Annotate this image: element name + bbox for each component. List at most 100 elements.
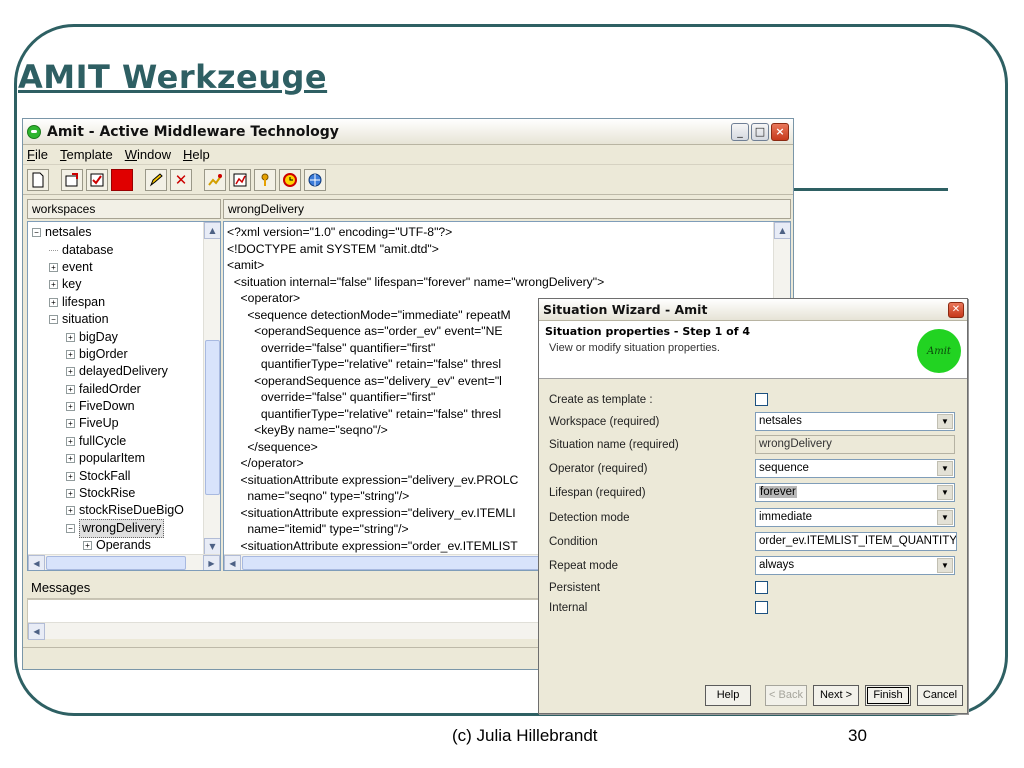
minimize-button[interactable]: _ xyxy=(731,122,749,141)
menubar: File Template Window Help xyxy=(23,145,793,165)
close-button[interactable]: × xyxy=(771,122,789,141)
expand-icon[interactable]: + xyxy=(66,436,75,446)
collapse-icon[interactable]: − xyxy=(49,315,58,325)
expand-icon[interactable]: + xyxy=(49,297,58,307)
operator-select[interactable]: sequence ▼ xyxy=(755,459,955,478)
cancel-button[interactable]: Cancel xyxy=(917,685,963,706)
key-icon[interactable] xyxy=(254,168,276,191)
lifespan-select[interactable]: forever ▼ xyxy=(755,483,955,502)
scroll-right-arrow-icon[interactable]: ▶ xyxy=(203,555,220,570)
amit-logo: Amit xyxy=(917,329,961,373)
report-icon[interactable] xyxy=(229,168,251,191)
tree-node-label: popularItem xyxy=(79,451,146,466)
expand-icon[interactable]: + xyxy=(66,349,75,359)
next-button[interactable]: Next > xyxy=(813,685,859,706)
finish-button[interactable]: Finish xyxy=(865,685,911,706)
edit-icon[interactable] xyxy=(145,168,167,191)
scroll-up-arrow-icon[interactable]: ▲ xyxy=(774,222,790,239)
repeat-mode-select[interactable]: always ▼ xyxy=(755,556,955,575)
situation-wizard-dialog: Situation Wizard - Amit ✕ Situation prop… xyxy=(538,298,968,714)
tree-node[interactable]: + StockRise xyxy=(32,485,204,502)
tree-node[interactable]: + key xyxy=(32,276,204,293)
collapse-icon[interactable]: − xyxy=(66,523,75,533)
wizard-titlebar[interactable]: Situation Wizard - Amit ✕ xyxy=(539,299,967,321)
tree-vertical-scrollbar[interactable]: ▲ ▼ xyxy=(203,222,220,555)
chevron-down-icon[interactable]: ▼ xyxy=(937,485,953,500)
validate-icon[interactable] xyxy=(86,168,108,191)
tree-node-label: bigOrder xyxy=(79,346,128,361)
menu-template[interactable]: Template xyxy=(60,147,113,162)
maximize-button[interactable]: □ xyxy=(751,122,769,141)
tree-node[interactable]: − wrongDelivery xyxy=(32,518,204,538)
workspace-tree[interactable]: − netsales database + event + key + lifespan − sit… xyxy=(27,221,221,571)
tree-node[interactable]: + failedOrder xyxy=(32,381,204,398)
tree-node[interactable]: + event xyxy=(32,259,204,276)
expand-icon[interactable]: + xyxy=(66,506,75,516)
back-button[interactable]: < Back xyxy=(765,685,807,706)
expand-icon[interactable]: + xyxy=(66,332,75,342)
help-button[interactable]: Help xyxy=(705,685,751,706)
detection-mode-select[interactable]: immediate ▼ xyxy=(755,508,955,527)
chart-icon[interactable] xyxy=(204,168,226,191)
chevron-down-icon[interactable]: ▼ xyxy=(937,414,953,429)
scroll-left-arrow-icon[interactable]: ◀ xyxy=(28,555,45,570)
expand-icon[interactable]: + xyxy=(83,541,92,551)
scroll-up-arrow-icon[interactable]: ▲ xyxy=(204,222,220,239)
tree-node[interactable]: + StockFall xyxy=(32,467,204,484)
situation-name-field[interactable]: wrongDelivery xyxy=(755,435,955,454)
expand-icon[interactable]: + xyxy=(66,454,75,464)
delete-icon[interactable]: ✕ xyxy=(170,168,192,191)
tree-node[interactable]: + Operands xyxy=(32,537,204,554)
scroll-thumb[interactable] xyxy=(242,556,542,570)
tree-node[interactable]: + bigDay xyxy=(32,328,204,345)
expand-icon[interactable]: + xyxy=(66,489,75,499)
tree-node[interactable]: database xyxy=(32,241,204,258)
condition-field[interactable]: order_ev.ITEMLIST_ITEM_QUANTITY xyxy=(755,532,957,551)
tree-node-label: database xyxy=(62,242,114,257)
amit-app-icon xyxy=(27,124,41,139)
expand-icon[interactable]: + xyxy=(66,471,75,481)
expand-icon[interactable]: + xyxy=(66,384,75,394)
expand-icon[interactable]: + xyxy=(49,280,58,290)
tree-node[interactable]: + delayedDelivery xyxy=(32,363,204,380)
tree-node[interactable]: + bigOrder xyxy=(32,346,204,363)
menu-file[interactable]: File xyxy=(27,147,48,162)
wizard-close-button[interactable]: ✕ xyxy=(948,301,964,318)
persistent-checkbox[interactable] xyxy=(755,581,768,594)
clock-icon[interactable] xyxy=(279,168,301,191)
globe-icon[interactable] xyxy=(304,168,326,191)
tree-node[interactable]: − netsales xyxy=(32,224,204,241)
tree-horizontal-scrollbar[interactable]: ◀ ▶ xyxy=(28,554,220,570)
scroll-thumb[interactable] xyxy=(46,556,186,570)
tree-node[interactable]: + stockRiseDueBigO xyxy=(32,502,204,519)
expand-icon[interactable]: + xyxy=(66,419,75,429)
new-icon[interactable] xyxy=(27,168,49,191)
chevron-down-icon[interactable]: ▼ xyxy=(937,558,953,573)
scroll-thumb[interactable] xyxy=(205,340,220,495)
chevron-down-icon[interactable]: ▼ xyxy=(937,461,953,476)
tree-node[interactable]: + fullCycle xyxy=(32,433,204,450)
menu-help[interactable]: Help xyxy=(183,147,210,162)
expand-icon[interactable]: + xyxy=(49,262,58,272)
app-titlebar[interactable]: Amit - Active Middleware Technology _ □ … xyxy=(23,119,793,145)
open-icon[interactable] xyxy=(61,168,83,191)
tree-node[interactable]: − situation xyxy=(32,311,204,328)
scroll-down-arrow-icon[interactable]: ▼ xyxy=(204,538,220,555)
scroll-left-arrow-icon[interactable]: ◀ xyxy=(28,623,45,640)
tree-node[interactable]: + lifespan xyxy=(32,294,204,311)
create-template-checkbox[interactable] xyxy=(755,393,768,406)
tree-node[interactable]: + popularItem xyxy=(32,450,204,467)
expand-icon[interactable]: + xyxy=(66,367,75,377)
scroll-left-arrow-icon[interactable]: ◀ xyxy=(224,555,241,570)
stop-icon[interactable] xyxy=(111,168,133,191)
workspace-select[interactable]: netsales ▼ xyxy=(755,412,955,431)
chevron-down-icon[interactable]: ▼ xyxy=(937,510,953,525)
tree-node[interactable]: + FiveDown xyxy=(32,398,204,415)
tree-node[interactable]: + FiveUp xyxy=(32,415,204,432)
internal-checkbox[interactable] xyxy=(755,601,768,614)
tree-node-label: fullCycle xyxy=(79,433,127,448)
tree-node-label: StockFall xyxy=(79,468,131,483)
expand-icon[interactable]: + xyxy=(66,402,75,412)
collapse-icon[interactable]: − xyxy=(32,228,41,238)
menu-window[interactable]: Window xyxy=(125,147,171,162)
